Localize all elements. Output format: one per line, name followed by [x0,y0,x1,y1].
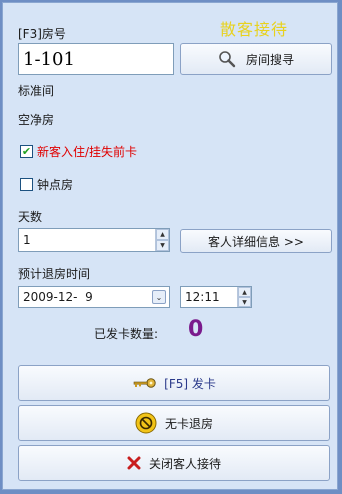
checkout-without-card-label: 无卡退房 [164,416,213,431]
room-number-label: [F3]房号 [18,27,66,41]
issued-cards-count: 0 [188,317,204,342]
checkout-date-picker[interactable]: 2009-12- 9 ⌄ [18,286,170,308]
issue-card-label: [F5] 发卡 [164,376,216,391]
hourly-room-option[interactable]: 钟点房 [20,176,73,193]
close-icon [127,456,141,470]
guest-details-button[interactable]: 客人详细信息 >> [180,229,332,253]
spin-up-icon[interactable]: ▲ [238,287,251,297]
magnifier-icon [219,51,236,68]
room-status-text: 空净房 [18,113,55,127]
checkout-without-card-button[interactable]: 无卡退房 [18,405,330,441]
new-guest-label: 新客入住/挂失前卡 [37,145,138,159]
close-reception-label: 关闭客人接待 [148,456,221,471]
close-reception-button[interactable]: 关闭客人接待 [18,445,330,481]
spin-down-icon[interactable]: ▼ [238,297,251,307]
hourly-room-checkbox[interactable] [20,178,33,191]
calendar-dropdown-icon[interactable]: ⌄ [152,290,166,304]
room-type-text: 标准间 [18,84,55,98]
spin-up-icon[interactable]: ▲ [156,229,169,240]
guest-reception-panel: 散客接待 [F3]房号 1-101 房间搜寻 标准间 空净房 ✔ 新客入住/挂失… [2,2,338,490]
checkout-time-label: 预计退房时间 [18,267,91,281]
checkout-date-value: 2009-12- 9 [23,290,93,304]
checkout-time-value: 12:11 [185,290,220,304]
room-number-input[interactable]: 1-101 [18,43,174,75]
guest-details-label: 客人详细信息 >> [208,234,304,249]
spin-down-icon[interactable]: ▼ [156,240,169,251]
checkout-time-stepper[interactable]: 12:11 ▲ ▼ [180,286,252,308]
days-stepper[interactable]: 1 ▲ ▼ [18,228,170,252]
room-search-label: 房间搜寻 [245,52,294,67]
room-search-button[interactable]: 房间搜寻 [180,43,332,75]
hourly-room-label: 钟点房 [37,178,74,192]
issued-cards-label: 已发卡数量: [94,327,159,341]
time-spin-buttons[interactable]: ▲ ▼ [237,287,251,307]
new-guest-option[interactable]: ✔ 新客入住/挂失前卡 [20,143,137,160]
days-value: 1 [23,233,31,247]
window-title: 散客接待 [220,20,289,39]
key-icon [133,378,156,388]
days-label: 天数 [18,210,43,224]
days-spin-buttons[interactable]: ▲ ▼ [155,229,169,251]
issue-card-button[interactable]: [F5] 发卡 [18,365,330,401]
no-card-icon [135,412,157,434]
room-number-value: 1-101 [23,48,75,70]
new-guest-checkbox[interactable]: ✔ [20,145,33,158]
